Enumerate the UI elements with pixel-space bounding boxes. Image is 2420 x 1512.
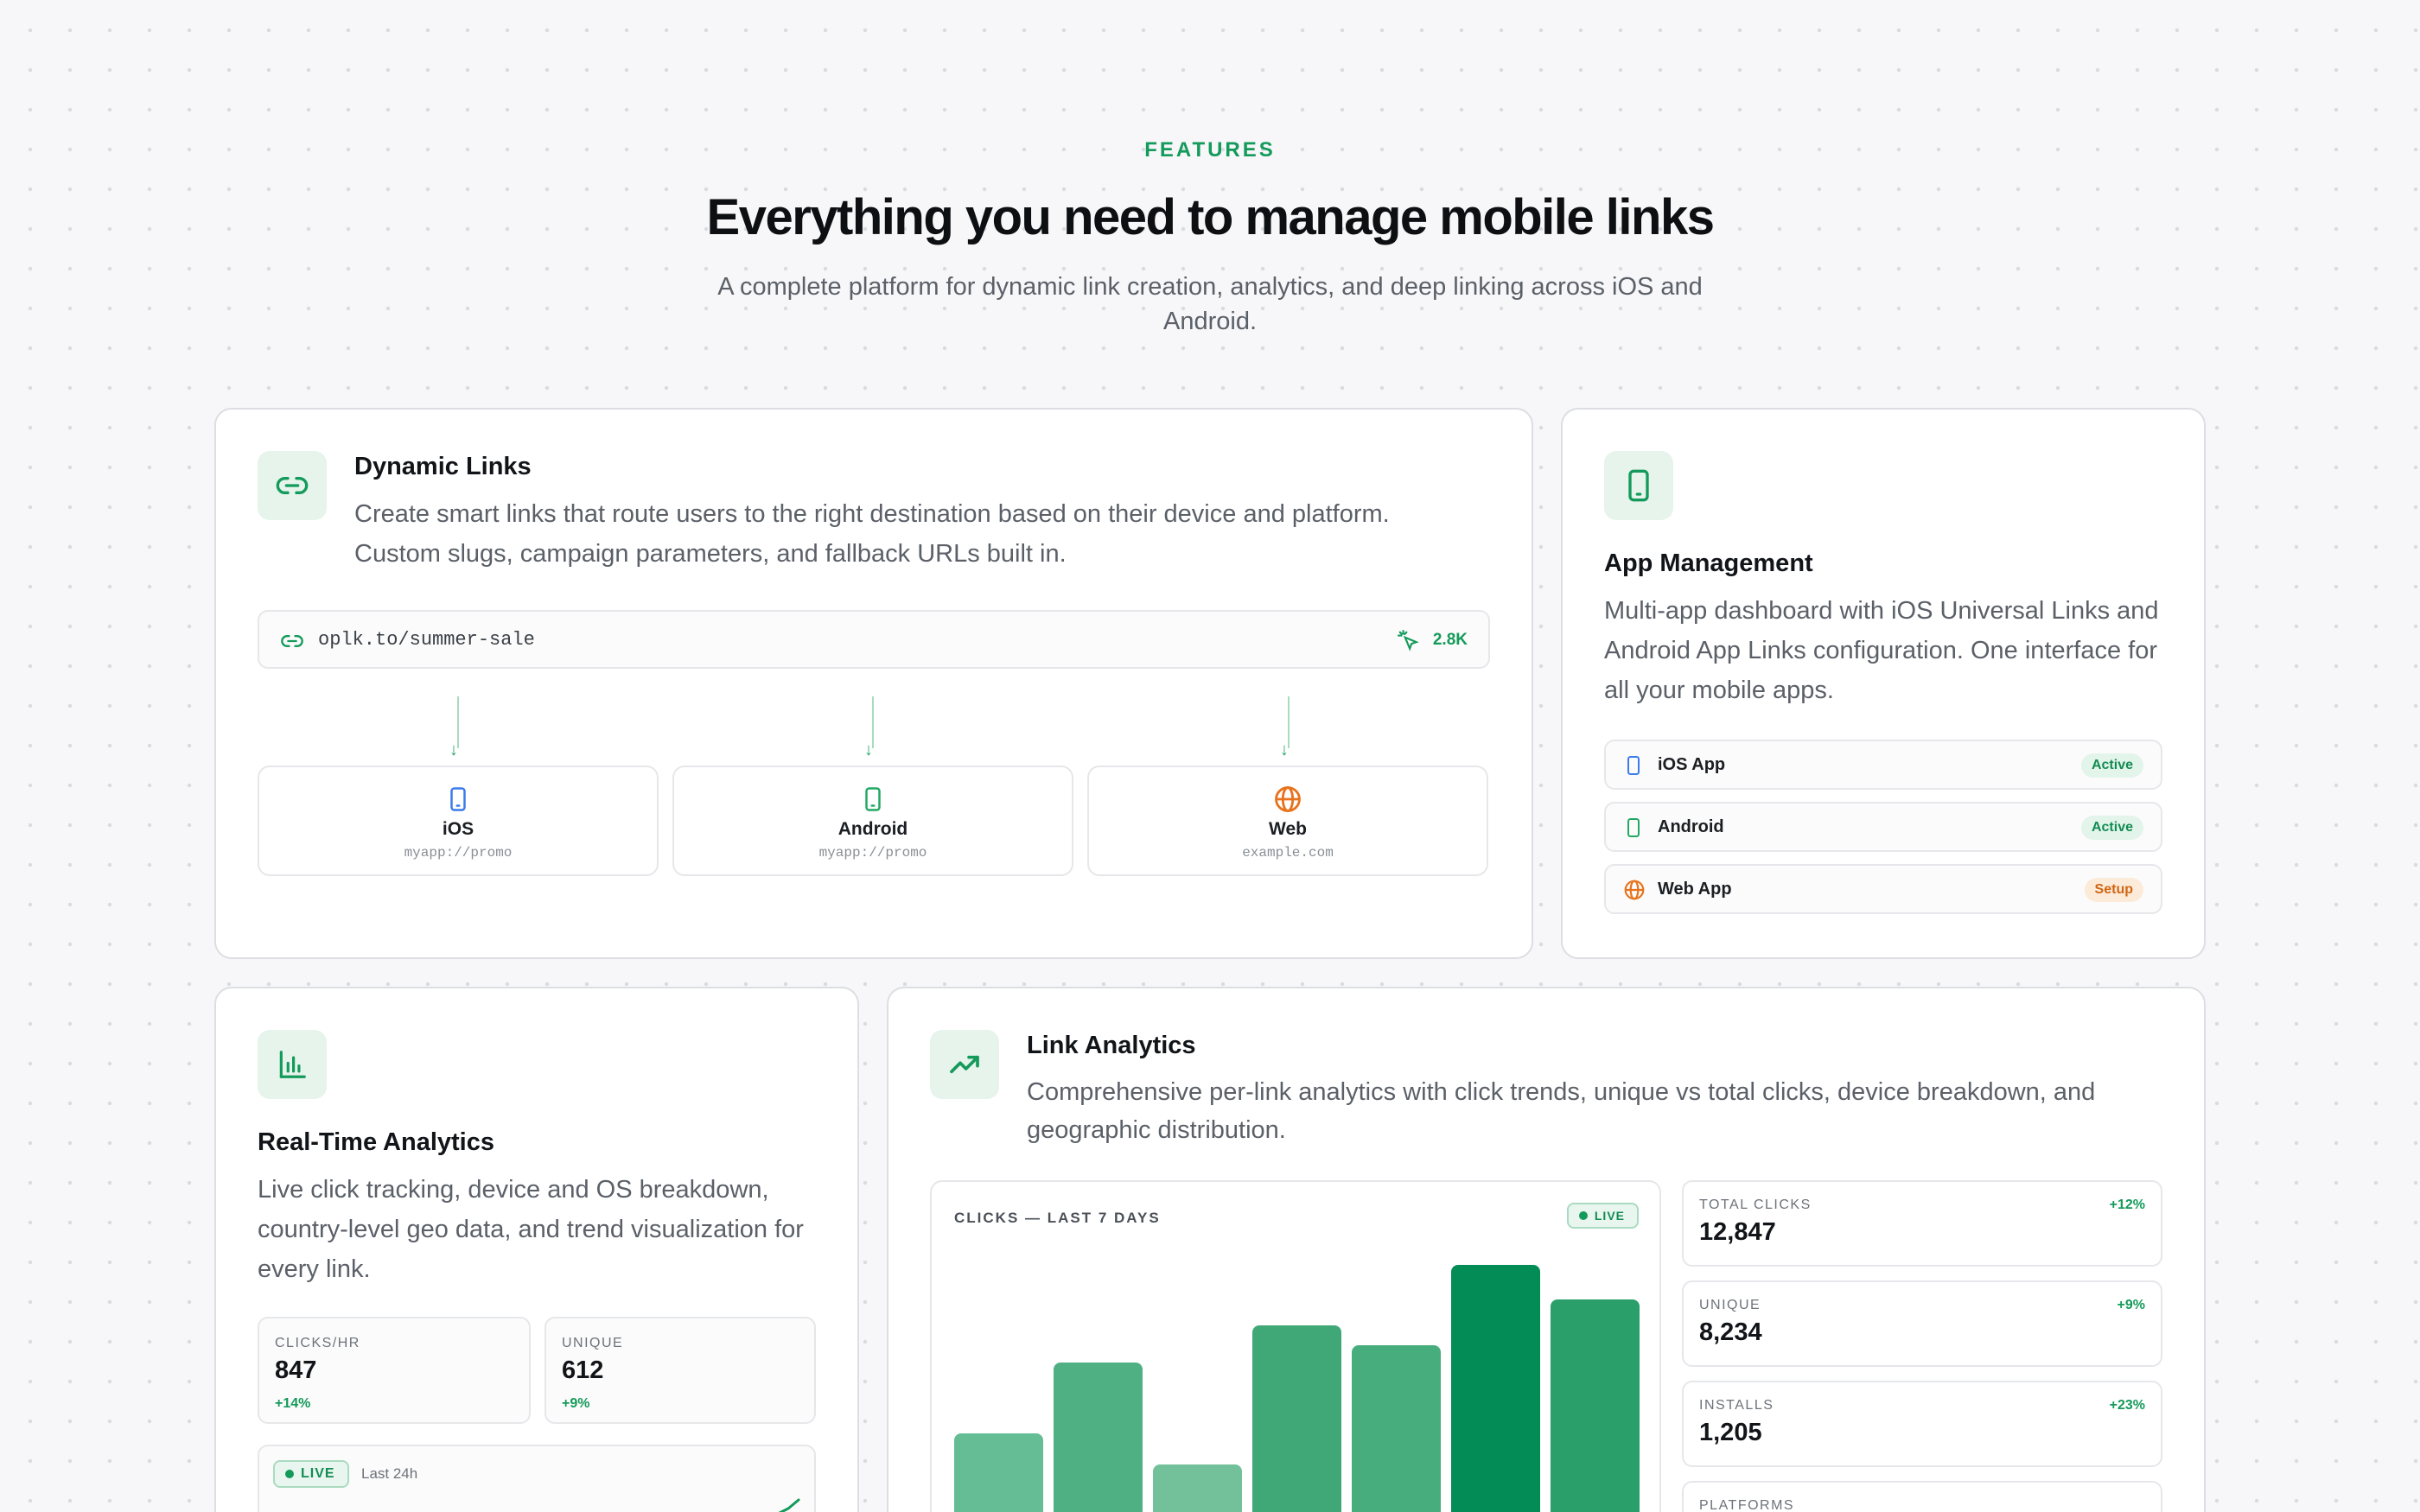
clicks-chart-panel: CLICKS — LAST 7 DAYS LIVE bbox=[930, 1180, 1661, 1512]
kpi-platforms: PLATFORMS bbox=[1682, 1481, 2162, 1512]
stat-value: 612 bbox=[562, 1356, 604, 1384]
app-name: iOS App bbox=[1658, 755, 1726, 774]
globe-icon bbox=[1623, 879, 1646, 905]
trending-up-icon bbox=[930, 1030, 999, 1099]
phone-icon bbox=[445, 785, 471, 818]
link-icon bbox=[258, 451, 327, 520]
link-analytics-title: Link Analytics bbox=[1027, 1032, 1196, 1059]
arrow-down-icon: ↓ bbox=[449, 740, 458, 759]
trend-line-icon bbox=[776, 1498, 800, 1512]
app-name: Android bbox=[1658, 817, 1724, 836]
click-count: 2.8K bbox=[1432, 631, 1468, 649]
dynamic-links-description: Create smart links that route users to t… bbox=[354, 500, 1390, 568]
app-row-android[interactable]: Android Active bbox=[1604, 802, 2162, 852]
destination-target: myapp://promo bbox=[818, 845, 927, 861]
arrow-down-icon: ↓ bbox=[1280, 740, 1289, 759]
dynamic-links-title: Dynamic Links bbox=[354, 453, 532, 480]
phone-icon bbox=[860, 785, 886, 818]
stat-label: UNIQUE bbox=[562, 1336, 624, 1350]
stat-delta: +9% bbox=[562, 1396, 590, 1411]
app-management-title: App Management bbox=[1604, 550, 1813, 577]
live-dot-icon bbox=[285, 1470, 294, 1478]
kpi-delta: +9% bbox=[2117, 1298, 2145, 1312]
realtime-title: Real-Time Analytics bbox=[258, 1128, 494, 1156]
link-icon bbox=[280, 629, 304, 658]
phone-icon bbox=[1623, 816, 1644, 843]
short-link-bar[interactable]: oplk.to/summer-sale 2.8K bbox=[258, 610, 1490, 669]
kpi-label: TOTAL CLICKS bbox=[1699, 1198, 1812, 1212]
kpi-label: UNIQUE bbox=[1699, 1298, 1761, 1312]
app-row-web[interactable]: Web App Setup bbox=[1604, 864, 2162, 914]
kpi-installs: INSTALLS 1,205 +23% bbox=[1682, 1381, 2162, 1467]
stat-delta: +14% bbox=[275, 1396, 311, 1411]
kpi-label: INSTALLS bbox=[1699, 1398, 1774, 1413]
live-feed-panel: LIVE Last 24h bbox=[258, 1445, 816, 1512]
live-label: LIVE bbox=[301, 1466, 335, 1481]
kpi-unique: UNIQUE 8,234 +9% bbox=[1682, 1280, 2162, 1367]
bar-chart-icon bbox=[258, 1030, 327, 1099]
stat-label: CLICKS/HR bbox=[275, 1336, 360, 1350]
destination-target: myapp://promo bbox=[404, 845, 513, 861]
page-subtitle: A complete platform for dynamic link cre… bbox=[717, 273, 1703, 335]
chart-bar[interactable] bbox=[1551, 1299, 1640, 1512]
app-management-description: Multi-app dashboard with iOS Universal L… bbox=[1604, 597, 2159, 704]
link-analytics-description: Comprehensive per-link analytics with cl… bbox=[1027, 1078, 2096, 1144]
destination-name: Android bbox=[837, 819, 908, 839]
cursor-click-icon bbox=[1397, 629, 1419, 656]
status-badge: Active bbox=[2080, 816, 2143, 840]
short-link-url: oplk.to/summer-sale bbox=[318, 629, 535, 651]
app-name: Web App bbox=[1658, 880, 1732, 899]
bar-chart bbox=[932, 1182, 1659, 1512]
dynamic-links-card bbox=[214, 408, 1533, 959]
destination-ios[interactable]: iOS myapp://promo bbox=[258, 766, 659, 876]
kpi-total-clicks: TOTAL CLICKS 12,847 +12% bbox=[1682, 1180, 2162, 1267]
chart-bar[interactable] bbox=[954, 1433, 1043, 1512]
kpi-value: 1,205 bbox=[1699, 1419, 1762, 1446]
stat-unique: UNIQUE 612 +9% bbox=[544, 1317, 816, 1424]
destination-android[interactable]: Android myapp://promo bbox=[672, 766, 1073, 876]
stat-clicks-per-hour: CLICKS/HR 847 +14% bbox=[258, 1317, 531, 1424]
destination-name: Web bbox=[1269, 819, 1307, 839]
phone-icon bbox=[1604, 451, 1673, 520]
page-title: Everything you need to manage mobile lin… bbox=[706, 189, 1715, 245]
destination-web[interactable]: Web example.com bbox=[1087, 766, 1488, 876]
chart-bar[interactable] bbox=[1054, 1363, 1143, 1512]
status-badge: Active bbox=[2080, 753, 2143, 778]
chart-bar[interactable] bbox=[1153, 1464, 1242, 1512]
phone-icon bbox=[1623, 754, 1644, 781]
chart-bar[interactable] bbox=[1252, 1325, 1341, 1512]
status-badge: Setup bbox=[2084, 878, 2143, 902]
chart-bar[interactable] bbox=[1451, 1265, 1540, 1512]
stat-value: 847 bbox=[275, 1356, 317, 1384]
chart-bar[interactable] bbox=[1352, 1345, 1441, 1512]
period-label: Last 24h bbox=[361, 1465, 418, 1482]
section-eyebrow: FEATURES bbox=[1144, 138, 1276, 162]
destination-target: example.com bbox=[1242, 845, 1334, 861]
kpi-value: 8,234 bbox=[1699, 1318, 1762, 1346]
app-row-ios[interactable]: iOS App Active bbox=[1604, 740, 2162, 790]
live-badge: LIVE bbox=[273, 1460, 349, 1488]
kpi-value: 12,847 bbox=[1699, 1218, 1776, 1246]
kpi-delta: +12% bbox=[2109, 1198, 2145, 1212]
realtime-description: Live click tracking, device and OS break… bbox=[258, 1176, 804, 1283]
arrow-down-icon: ↓ bbox=[864, 740, 873, 759]
kpi-delta: +23% bbox=[2109, 1398, 2145, 1413]
destination-name: iOS bbox=[442, 819, 474, 839]
globe-icon bbox=[1273, 785, 1302, 818]
kpi-label: PLATFORMS bbox=[1699, 1498, 1795, 1512]
